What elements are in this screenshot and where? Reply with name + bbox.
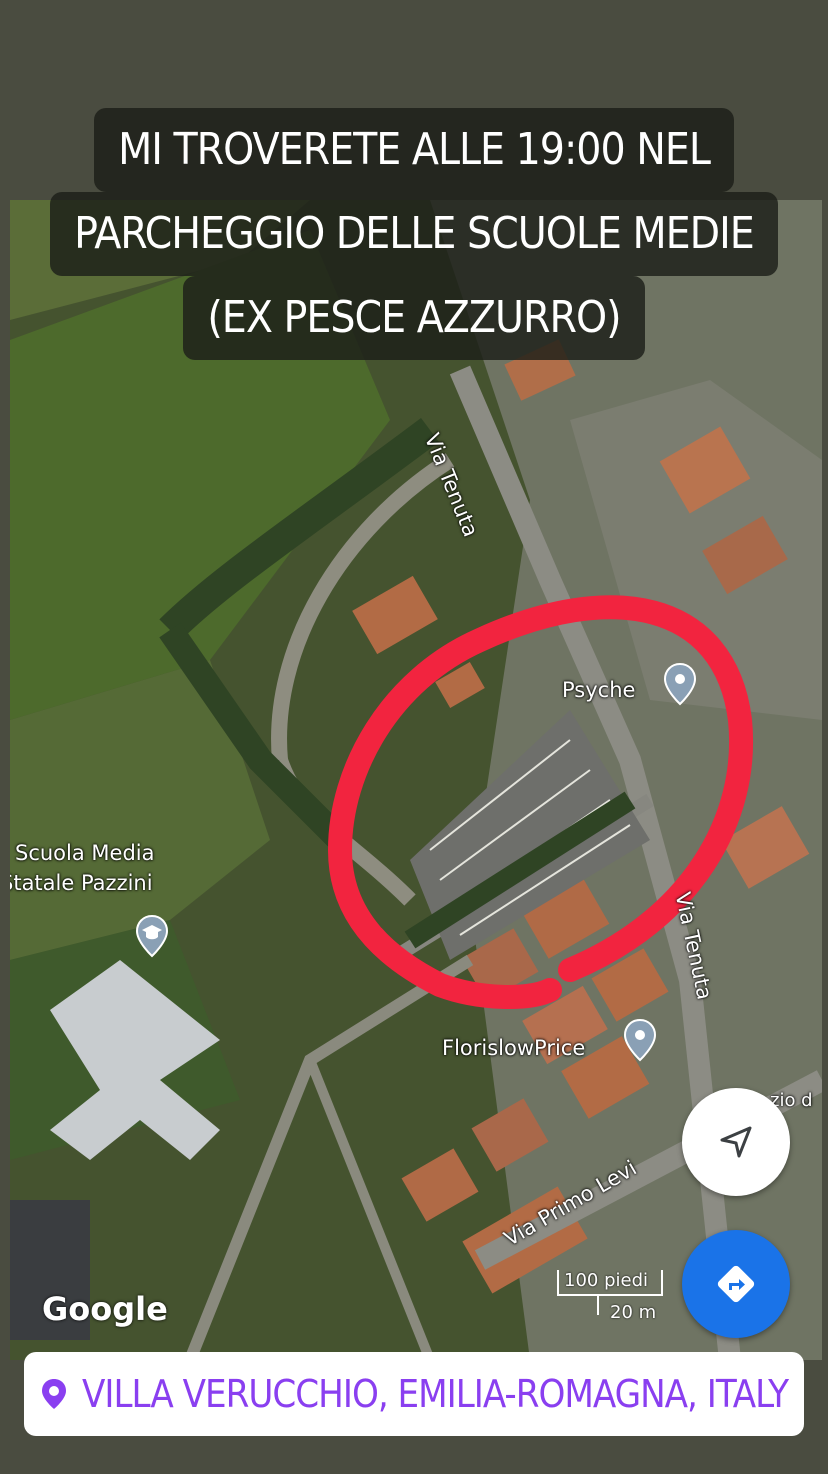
- directions-icon: [717, 1265, 755, 1303]
- school-pin-icon[interactable]: [134, 914, 170, 958]
- school-label[interactable]: Scuola Media Statale Pazzini: [10, 838, 155, 898]
- google-logo: Google: [42, 1290, 168, 1328]
- school-label-line-2: Statale Pazzini: [10, 871, 153, 895]
- place-label-psyche[interactable]: Psyche: [562, 678, 635, 702]
- caption-line-1: MI TROVERETE ALLE 19:00 NEL: [94, 108, 734, 192]
- location-pin-icon: [42, 1379, 66, 1409]
- satellite-map[interactable]: Via Tenuta Via Tenuta Via Primo Levi Psy…: [10, 200, 822, 1360]
- scale-feet: 100 piedi: [564, 1270, 649, 1291]
- scale-indicator: 100 piedi 20 m: [556, 1270, 666, 1330]
- story-caption: MI TROVERETE ALLE 19:00 NEL PARCHEGGIO D…: [0, 108, 828, 360]
- caption-line-3: (EX PESCE AZZURRO): [183, 276, 645, 360]
- location-text: VILLA VERUCCHIO, EMILIA-ROMAGNA, ITALY: [82, 1372, 789, 1416]
- map-imagery: [10, 200, 822, 1360]
- school-label-line-1: Scuola Media: [15, 841, 155, 865]
- map-pin-icon[interactable]: [662, 662, 698, 706]
- map-pin-icon[interactable]: [622, 1018, 658, 1062]
- navigation-arrow-icon: [720, 1126, 752, 1158]
- directions-button[interactable]: [682, 1230, 790, 1338]
- caption-line-2: PARCHEGGIO DELLE SCUOLE MEDIE: [50, 192, 778, 276]
- scale-meters: 20 m: [610, 1302, 657, 1323]
- place-label-florislowprice[interactable]: FlorislowPrice: [442, 1036, 585, 1060]
- my-location-button[interactable]: [682, 1088, 790, 1196]
- location-sticker[interactable]: VILLA VERUCCHIO, EMILIA-ROMAGNA, ITALY: [24, 1352, 804, 1436]
